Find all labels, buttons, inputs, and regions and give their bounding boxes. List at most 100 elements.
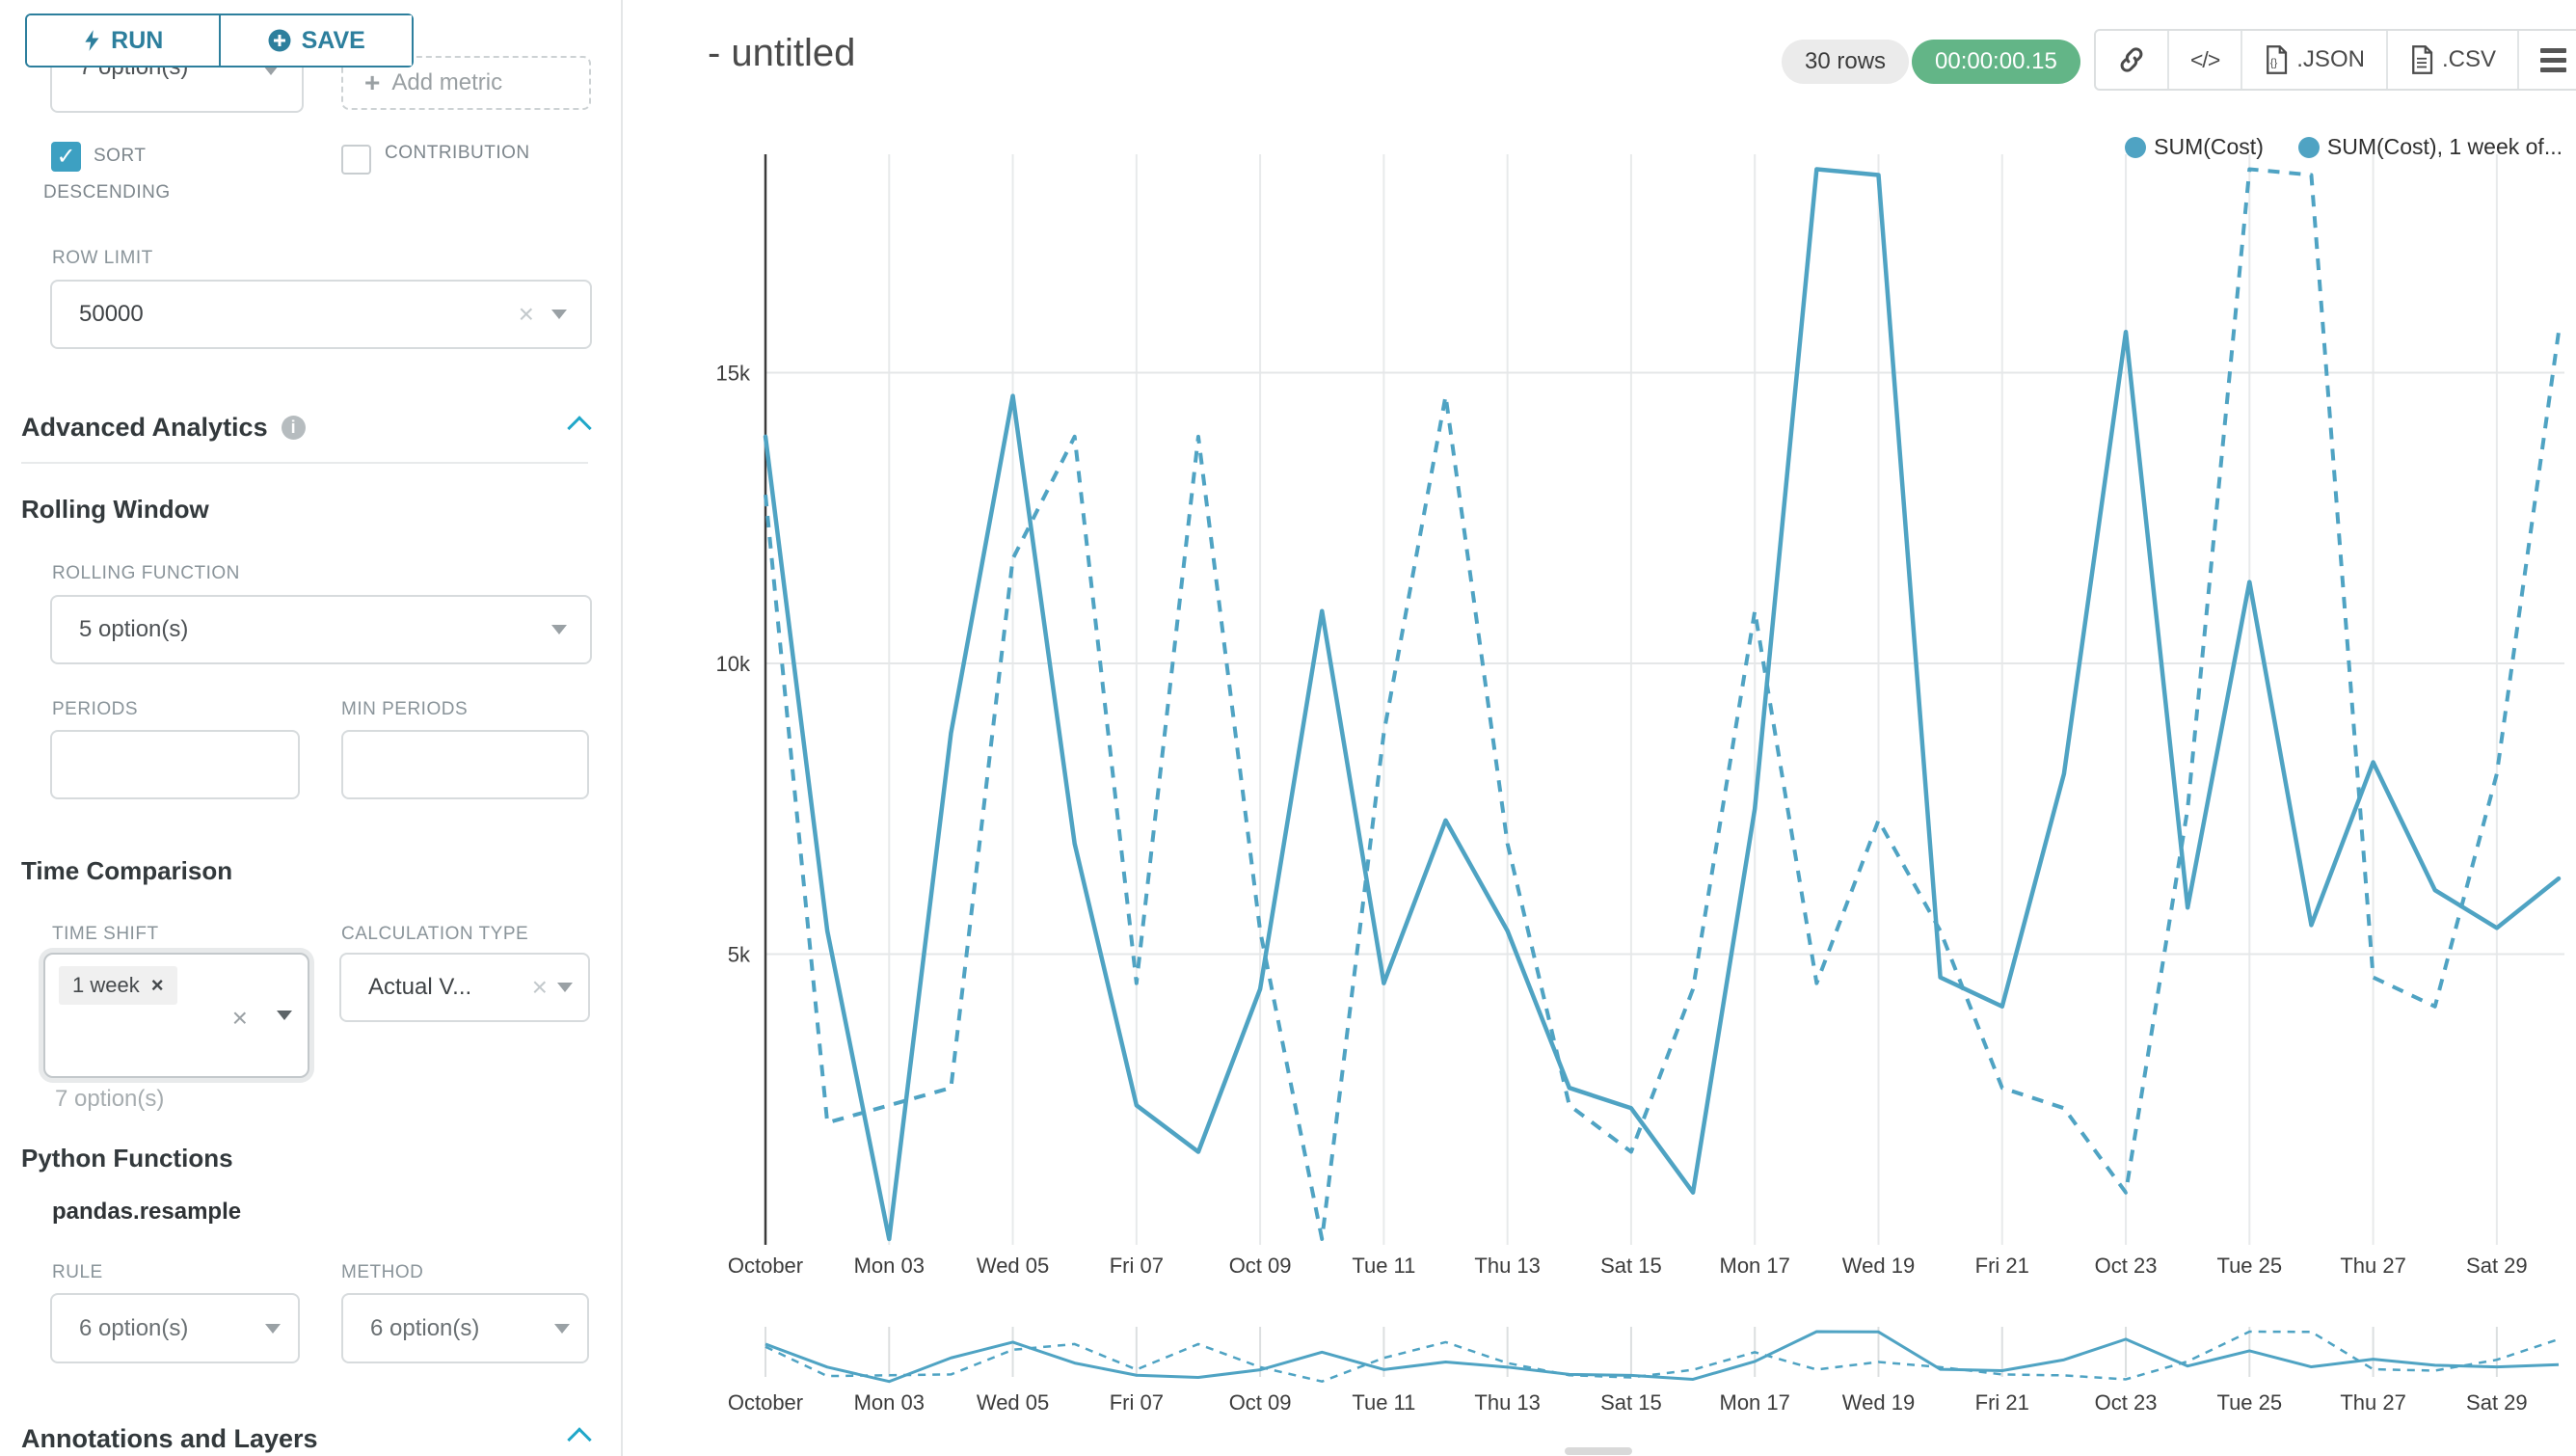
rolling-function-select[interactable]: 5 option(s) [50,595,592,664]
run-button-label: RUN [111,27,163,55]
annotations-header[interactable]: Annotations and Layers [21,1424,588,1454]
series-line-dashed[interactable] [765,169,2559,1239]
x-axis-tick-label: October [728,1254,803,1278]
legend-label: SUM(Cost), 1 week of... [2327,134,2563,160]
save-button-label: SAVE [302,27,365,55]
control-panel: RUN SAVE 7 option(s) + Add metric ✓SORT … [0,0,623,1456]
mini-chart-tick-label: Tue 11 [1352,1390,1415,1415]
pandas-resample-label: pandas.resample [52,1199,241,1226]
chart-title[interactable]: - untitled [708,32,855,75]
scrollbar-handle[interactable] [1565,1447,1632,1455]
clear-icon[interactable]: × [519,301,534,328]
mini-chart-tick-label: Sat 29 [2466,1390,2528,1415]
add-metric-label: Add metric [391,69,502,96]
contribution-checkbox-group[interactable]: CONTRIBUTION [341,143,611,175]
advanced-analytics-header[interactable]: Advanced Analytics i [21,413,588,443]
method-value: 6 option(s) [343,1315,554,1342]
view-query-button[interactable]: </> [2167,31,2241,89]
menu-icon [2540,48,2566,72]
periods-label: PERIODS [52,699,138,720]
row-limit-label: ROW LIMIT [52,248,153,269]
mini-series-line-solid[interactable] [765,1332,2559,1382]
mini-series-line-dashed[interactable] [765,1332,2559,1382]
time-shift-select[interactable]: 1 week × × [43,953,309,1078]
x-axis-tick-label: Tue 11 [1352,1254,1415,1278]
min-periods-label: MIN PERIODS [341,699,468,720]
legend-item[interactable]: SUM(Cost) [2125,134,2264,160]
chevron-down-icon [557,983,573,992]
method-label: METHOD [341,1262,423,1283]
time-comparison-title: Time Comparison [21,856,232,886]
time-shift-hint: 7 option(s) [55,1086,164,1113]
mini-chart-tick-label: Wed 05 [977,1390,1049,1415]
x-axis-tick-label: Sat 15 [1600,1254,1662,1278]
row-limit-select[interactable]: 50000 × [50,280,592,349]
rolling-function-value: 5 option(s) [52,616,551,643]
x-axis-tick-label: Tue 25 [2216,1254,2282,1278]
y-axis-tick-label: 5k [728,943,751,967]
mini-chart-tick-label: Oct 09 [1229,1390,1292,1415]
chevron-down-icon [554,1324,570,1334]
mini-chart-tick-label: October [728,1390,803,1415]
collapse-chevron-up-icon[interactable] [567,1427,591,1451]
x-axis-tick-label: Wed 19 [1842,1254,1915,1278]
chevron-down-icon [265,1324,281,1334]
calculation-type-select[interactable]: Actual V... × [339,953,590,1022]
chart-legend: SUM(Cost) SUM(Cost), 1 week of... [2125,134,2563,160]
x-axis-tick-label: Fri 07 [1110,1254,1164,1278]
y-axis-tick-label: 15k [716,362,751,386]
plus-icon: + [364,67,380,98]
python-functions-title: Python Functions [21,1144,233,1173]
section-divider [21,462,588,464]
x-axis-tick-label: Sat 29 [2466,1254,2528,1278]
info-icon[interactable]: i [282,416,306,440]
remove-tag-icon[interactable]: × [151,973,164,998]
export-csv-button[interactable]: .CSV [2386,31,2517,89]
mini-chart-tick-label: Tue 25 [2216,1390,2282,1415]
legend-item[interactable]: SUM(Cost), 1 week of... [2298,134,2563,160]
csv-file-icon [2409,45,2434,74]
min-periods-input[interactable] [341,730,589,799]
rule-label: RULE [52,1262,103,1283]
chart-menu-button[interactable] [2517,31,2576,89]
code-icon: </> [2190,47,2219,73]
export-json-button[interactable]: {} .JSON [2241,31,2386,89]
clear-icon[interactable]: × [532,974,548,1001]
chevron-down-icon [277,1011,292,1020]
calculation-type-label: CALCULATION TYPE [341,924,528,945]
time-shift-label: TIME SHIFT [52,924,159,945]
rolling-function-label: ROLLING FUNCTION [52,563,240,584]
legend-dot-icon [2125,137,2146,158]
explore-page: 5k10k15kOctoberMon 03Wed 05Fri 07Oct 09T… [0,0,2576,1456]
clear-icon[interactable]: × [232,1005,248,1032]
x-axis-tick-label: Wed 05 [977,1254,1049,1278]
collapse-chevron-up-icon[interactable] [567,416,591,440]
y-axis-tick-label: 10k [716,652,751,676]
rule-value: 6 option(s) [52,1315,265,1342]
method-select[interactable]: 6 option(s) [341,1293,589,1363]
sort-descending-checkbox-group[interactable]: ✓SORT DESCENDING [43,138,251,211]
mini-chart-tick-label: Oct 23 [2095,1390,2158,1415]
legend-label: SUM(Cost) [2154,134,2264,160]
x-axis-tick-label: Thu 13 [1474,1254,1541,1278]
contribution-checkbox[interactable] [341,145,371,175]
mini-chart-tick-label: Mon 17 [1720,1390,1790,1415]
copy-link-button[interactable] [2096,31,2167,89]
link-icon [2117,45,2146,74]
x-axis-tick-label: Oct 09 [1229,1254,1292,1278]
rule-select[interactable]: 6 option(s) [50,1293,300,1363]
json-file-icon: {} [2264,45,2289,74]
sort-descending-checkbox[interactable]: ✓ [51,142,81,172]
time-shift-tag-label: 1 week [72,973,140,998]
chevron-down-icon [551,310,567,319]
series-line-solid[interactable] [765,169,2559,1239]
chevron-down-icon [551,625,567,634]
mini-chart-tick-label: Fri 07 [1110,1390,1164,1415]
periods-input[interactable] [50,730,300,799]
save-button[interactable]: SAVE [221,15,413,66]
x-axis-tick-label: Fri 21 [1975,1254,2029,1278]
lightning-bolt-icon [82,27,101,54]
export-toolbar: </> {} .JSON .CSV [2094,29,2576,91]
run-button[interactable]: RUN [27,15,221,66]
calculation-type-value: Actual V... [341,974,532,1001]
